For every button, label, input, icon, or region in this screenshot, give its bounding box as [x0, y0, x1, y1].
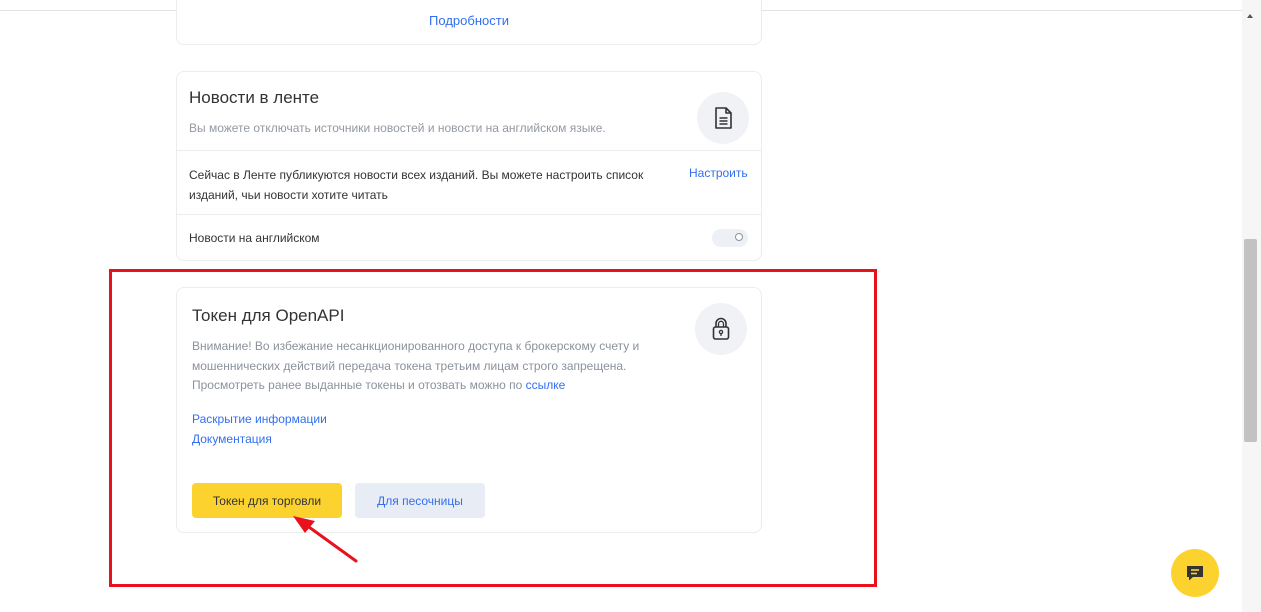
top-card: Подробности — [176, 0, 762, 45]
token-warning-text: Внимание! Во избежание несанкционированн… — [192, 337, 672, 396]
configure-sources-link[interactable]: Настроить — [689, 166, 748, 180]
openapi-token-card: Токен для OpenAPI Внимание! Во избежание… — [176, 287, 762, 533]
news-card-subtitle: Вы можете отключать источники новостей и… — [189, 121, 606, 135]
details-link[interactable]: Подробности — [177, 13, 761, 28]
news-sources-description: Сейчас в Ленте публикуются новости всех … — [189, 168, 644, 202]
english-news-label: Новости на английском — [189, 231, 320, 245]
chat-icon — [1187, 566, 1203, 581]
news-card-title: Новости в ленте — [189, 88, 320, 107]
scrollbar-thumb[interactable] — [1244, 239, 1257, 442]
documentation-link[interactable]: Документация — [192, 432, 272, 446]
document-icon — [697, 92, 749, 144]
revoke-tokens-link[interactable]: ссылке — [526, 378, 566, 392]
chat-button[interactable] — [1171, 549, 1219, 597]
english-news-toggle[interactable] — [712, 229, 748, 247]
trading-token-button[interactable]: Токен для торговли — [192, 483, 342, 518]
lock-icon — [695, 303, 747, 355]
news-divider — [177, 150, 761, 151]
token-card-title: Токен для OpenAPI — [192, 306, 345, 325]
news-divider — [177, 214, 761, 215]
news-settings-card: Новости в ленте Вы можете отключать исто… — [176, 71, 762, 261]
disclosure-link[interactable]: Раскрытие информации — [192, 412, 327, 426]
token-warning-body: Внимание! Во избежание несанкционированн… — [192, 339, 640, 392]
scroll-up-icon[interactable] — [1247, 14, 1253, 18]
toggle-knob — [735, 233, 743, 241]
sandbox-token-button[interactable]: Для песочницы — [355, 483, 485, 518]
